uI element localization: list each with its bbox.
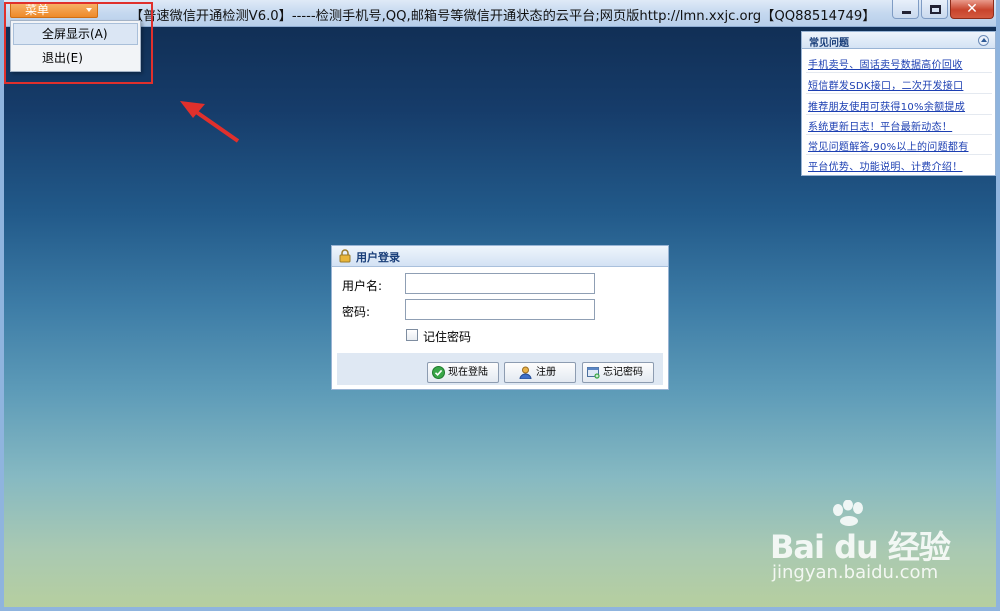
minimize-icon [902,11,911,14]
maximize-icon [930,5,941,14]
check-circle-icon [432,366,445,379]
collapse-icon[interactable] [978,35,989,46]
watermark-url: jingyan.baidu.com [772,562,939,583]
login-header: 用户登录 [332,246,668,267]
register-button[interactable]: 注册 [504,362,576,383]
annotation-arrow-icon [180,101,240,143]
divider [806,134,992,135]
divider [806,154,992,155]
faq-link[interactable]: 系统更新日志！平台最新动态！ [808,118,952,133]
password-field[interactable] [405,299,595,320]
window-controls: ✕ [890,0,994,19]
close-button[interactable]: ✕ [950,0,994,19]
faq-title: 常见问题 [809,38,849,49]
password-label: 密码: [342,305,371,319]
divider [806,93,992,94]
login-title: 用户登录 [356,251,400,264]
remember-checkbox[interactable] [406,329,418,341]
lock-icon [339,249,351,263]
divider [806,72,992,73]
remember-label: 记住密码 [423,330,472,344]
close-icon: ✕ [966,1,978,17]
minimize-button[interactable] [892,0,919,19]
username-field[interactable] [405,273,595,294]
login-button-label: 现在登陆 [448,367,488,378]
baidu-jingyan-watermark: Bai du 经验 jingyan.baidu.com [770,500,970,600]
maximize-button[interactable] [921,0,948,19]
register-button-label: 注册 [536,367,556,378]
faq-header: 常见问题 [802,32,995,49]
window-add-icon [587,367,600,379]
faq-link[interactable]: 推荐朋友使用可获得10%余额提成 [808,98,965,113]
faq-link[interactable]: 手机卖号、固话卖号数据高价回收 [808,56,963,71]
user-icon [519,366,532,379]
username-label: 用户名: [342,279,383,293]
faq-link[interactable]: 平台优势、功能说明、计费介绍！ [808,158,963,173]
faq-link[interactable]: 常见问题解答,90%以上的问题都有 [808,138,969,153]
faq-panel: 常见问题 手机卖号、固话卖号数据高价回收 短信群发SDK接口，二次开发接口 推荐… [801,31,996,176]
login-button[interactable]: 现在登陆 [427,362,499,383]
forgot-password-button[interactable]: 忘记密码 [582,362,654,383]
login-dialog: 用户登录 用户名: 密码: 记住密码 现在登陆 注册 忘记密码 [331,245,669,390]
divider [806,114,992,115]
faq-link[interactable]: 短信群发SDK接口，二次开发接口 [808,77,963,92]
forgot-password-button-label: 忘记密码 [603,367,643,378]
